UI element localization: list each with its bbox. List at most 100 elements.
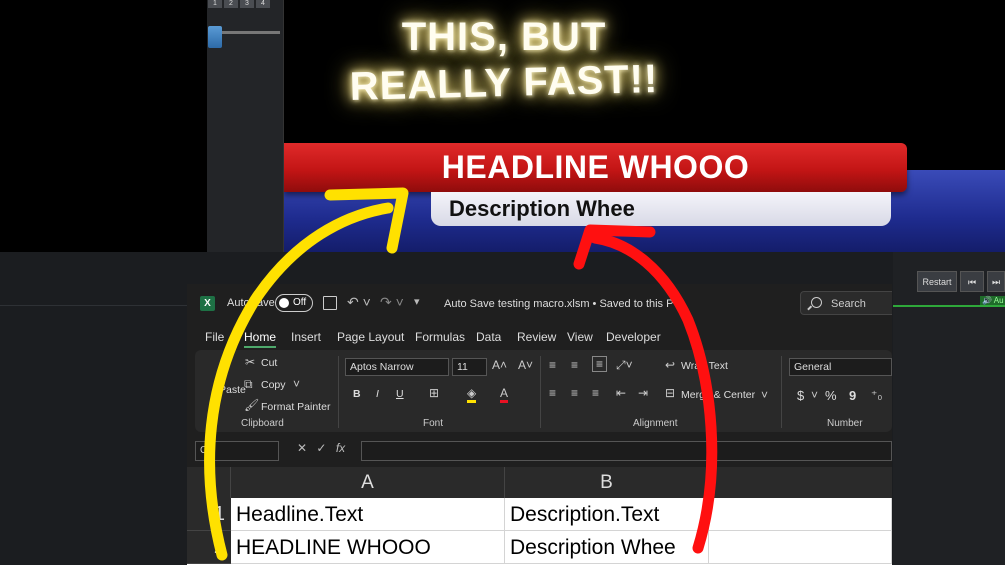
row-header-2[interactable]: 2 [187,531,231,564]
chevron-down-icon[interactable]: ˅ [761,388,768,402]
autosave-toggle[interactable]: Off [275,294,313,312]
transition-tab-1[interactable]: 1 [208,0,222,8]
formula-controls: ✕ ✓ fx [297,441,357,461]
tab-home[interactable]: Home [244,330,276,344]
redo-icon[interactable]: ↷ ˅ [380,294,404,311]
decrease-indent-icon[interactable]: ⇤ [616,386,626,400]
save-icon[interactable] [323,296,337,310]
toggle-knob [279,298,289,308]
name-box[interactable]: C2 [195,441,279,461]
divider [540,356,541,428]
cell-b2[interactable]: Description Whee [505,531,709,564]
percent-button[interactable]: % [825,388,837,403]
search-box[interactable]: Search [800,291,892,315]
column-header-a[interactable]: A [231,467,505,498]
spreadsheet-grid: A B 1 Headline.Text Description.Text 2 H… [187,467,892,565]
excel-logo-icon: X [200,296,215,311]
align-right-icon[interactable]: ≡ [592,386,599,400]
tab-data[interactable]: Data [476,330,501,344]
excel-window: X AutoSave Off ↶ ˅ ↷ ˅ ▾ Auto Save testi… [187,284,892,565]
increase-indent-icon[interactable]: ⇥ [638,386,648,400]
decrease-font-icon[interactable]: A˅ [518,358,533,372]
copy-button[interactable]: Copy [261,379,286,391]
customize-qat-icon[interactable]: ▾ [414,295,420,308]
overlay-caption: THIS, BUT REALLY FAST!! [324,14,684,109]
row-header-1[interactable]: 1 [187,498,231,531]
increase-decimal-icon[interactable]: ⁺₀ [871,388,882,402]
number-group-label: Number [827,418,863,429]
fast-forward-icon[interactable]: ⏭ [987,271,1005,292]
align-center-icon[interactable]: ≡ [571,386,578,400]
tab-insert[interactable]: Insert [291,330,321,344]
confirm-icon[interactable]: ✓ [316,441,326,455]
clipboard-group-label: Clipboard [241,418,284,429]
font-group-label: Font [423,418,444,429]
chevron-down-icon[interactable]: ˅ [811,388,818,402]
active-tab-indicator [244,346,276,348]
number-format-select[interactable]: General [789,358,892,376]
cut-button[interactable]: Cut [261,357,277,369]
increase-font-icon[interactable]: A˄ [492,358,507,372]
t-bar-track [212,31,280,34]
cut-icon: ✂ [245,355,256,369]
transition-tab-3[interactable]: 3 [240,0,254,8]
tab-developer[interactable]: Developer [606,330,661,344]
paste-button[interactable]: Paste [219,384,246,396]
cell-b1[interactable]: Description.Text [505,498,709,531]
divider [781,356,782,428]
transition-tab-2[interactable]: 2 [224,0,238,8]
comma-style-button[interactable]: 9 [849,388,856,403]
align-top-icon[interactable]: ≡ [549,358,556,372]
font-size-select[interactable]: 11 [452,358,487,376]
t-bar-handle[interactable] [208,26,222,48]
currency-button[interactable]: $ [797,388,804,403]
lower-third-headline: HEADLINE WHOOO [284,143,907,192]
tab-file[interactable]: File [205,330,224,344]
tab-view[interactable]: View [567,330,593,344]
restart-button[interactable]: Restart [917,271,957,292]
cell-c1[interactable] [709,498,892,531]
cancel-icon[interactable]: ✕ [297,441,307,455]
insert-function-button[interactable]: fx [336,441,345,455]
cell-a2[interactable]: HEADLINE WHOOO [231,531,505,564]
column-header-b[interactable]: B [505,467,709,498]
merge-icon: ⊟ [665,386,676,400]
audio-meter-line [893,305,1005,307]
lower-third-description: Description Whee [431,192,891,226]
orientation-icon[interactable]: ⤢˅ [616,358,633,373]
italic-button[interactable]: I [376,388,379,400]
transition-tab-4[interactable]: 4 [256,0,270,8]
tab-review[interactable]: Review [517,330,556,344]
video-output-black-area [0,0,207,252]
undo-icon[interactable]: ↶ ˅ [347,294,371,311]
align-middle-icon[interactable]: ≡ [571,358,578,372]
wrap-text-button[interactable]: Wrap Text [681,360,728,372]
tab-formulas[interactable]: Formulas [415,330,465,344]
column-headers: A B [187,467,892,498]
alignment-group-label: Alignment [633,418,678,429]
copy-icon: ⧉ [244,377,253,391]
divider [338,356,339,428]
cell-a1[interactable]: Headline.Text [231,498,505,531]
autosave-state: Off [293,297,307,308]
align-left-icon[interactable]: ≡ [549,386,556,400]
autosave-label: AutoSave [227,297,275,309]
chevron-down-icon[interactable]: ˅ [293,377,300,391]
align-bottom-icon[interactable]: ≡ [592,356,608,372]
wrap-text-icon: ↩ [665,358,676,372]
ribbon-tabs: File Home Insert Page Layout Formulas Da… [187,324,892,348]
underline-button[interactable]: U [396,388,404,400]
fill-color-icon[interactable]: ◈ [467,386,477,403]
formula-input[interactable] [361,441,892,461]
borders-icon[interactable]: ⊞ [429,386,439,400]
bold-button[interactable]: B [353,388,361,400]
select-all-corner[interactable] [187,467,231,498]
font-color-icon[interactable]: A [500,386,509,403]
cell-c2[interactable] [709,531,892,564]
merge-center-button[interactable]: Merge & Center [681,389,755,401]
tab-page-layout[interactable]: Page Layout [337,330,404,344]
rewind-icon[interactable]: ⏮ [960,271,984,292]
overlay-caption-line2: REALLY FAST!! [349,56,659,110]
format-painter-button[interactable]: Format Painter [261,401,330,413]
font-family-select[interactable]: Aptos Narrow [345,358,449,376]
